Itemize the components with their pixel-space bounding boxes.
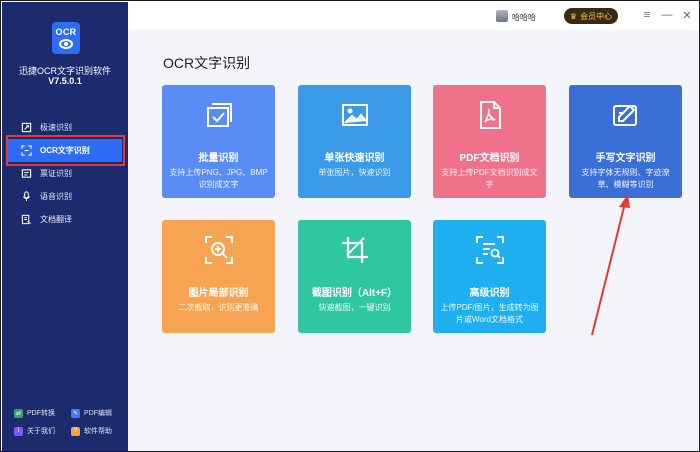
card-pdf-scan[interactable]: PDF文档识别 支持上传PDF文档识别成文字: [433, 85, 546, 198]
card-screenshot-scan[interactable]: 截图识别（Alt+F） 快速截图，一键识别: [298, 220, 411, 333]
top-bar: 哈哈哈 ♛ 会员中心 ≡ — ✕: [128, 2, 699, 30]
footer-label: 关于我们: [27, 428, 55, 435]
card-title: 批量识别: [198, 153, 239, 164]
main-content: OCR文字识别 批量识别 支持上传PNG、JPG、BMP识别成文字 单张快速识别…: [128, 30, 699, 451]
username[interactable]: 哈哈哈: [512, 12, 536, 23]
app-logo: OCR: [52, 22, 80, 54]
sidebar: OCR 迅捷OCR文字识别软件 V7.5.0.1 极速识别 OCR文字识别 票证…: [2, 2, 128, 451]
card-title: 单张快速识别: [324, 153, 385, 164]
eye-icon: [59, 39, 73, 49]
crop-icon: [298, 234, 411, 268]
card-title: 手写文字识别: [595, 153, 656, 164]
pdf-edit-link[interactable]: ✎ PDF编辑: [71, 408, 128, 418]
sidebar-item-label: OCR文字识别: [40, 146, 90, 155]
card-title: 高级识别: [469, 288, 510, 299]
ticket-icon: [20, 168, 32, 180]
advanced-scan-icon: [433, 234, 546, 268]
member-center-button[interactable]: ♛ 会员中心: [564, 8, 618, 24]
footer-label: PDF编辑: [84, 410, 112, 417]
handwriting-icon: [569, 99, 682, 133]
avatar[interactable]: [496, 10, 508, 22]
card-batch-scan[interactable]: 批量识别 支持上传PNG、JPG、BMP识别成文字: [162, 85, 275, 198]
sidebar-item-label: 极速识别: [40, 123, 72, 132]
sidebar-item-ticket[interactable]: 票证识别: [2, 162, 128, 185]
pdf-convert-icon: ⇄: [14, 408, 23, 418]
page-title: OCR文字识别: [163, 55, 251, 71]
card-single-scan[interactable]: 单张快速识别 单张图片，快速识别: [298, 85, 411, 198]
help-link[interactable]: ? 软件帮助: [71, 426, 128, 436]
sidebar-item-voice[interactable]: 语音识别: [2, 185, 128, 208]
batch-scan-icon: [162, 99, 275, 133]
pdf-convert-link[interactable]: ⇄ PDF转换: [14, 408, 71, 418]
sidebar-item-label: 票证识别: [40, 169, 72, 178]
card-desc: 上传PDF/图片，生成转为图片或Word文档格式: [440, 303, 539, 324]
about-link[interactable]: i 关于我们: [14, 426, 71, 436]
card-desc: 支持字体无规则、字迹潦草、模糊等识别: [581, 168, 670, 189]
sidebar-footer: ⇄ PDF转换 ✎ PDF编辑 i 关于我们 ? 软件帮助: [2, 408, 128, 436]
app-window: OCR 迅捷OCR文字识别软件 V7.5.0.1 极速识别 OCR文字识别 票证…: [0, 0, 700, 452]
card-desc: 快速截图，一键识别: [318, 303, 391, 312]
pdf-icon: [433, 99, 546, 133]
footer-label: 软件帮助: [84, 428, 112, 435]
card-desc: 支持上传PNG、JPG、BMP识别成文字: [169, 168, 268, 189]
card-title: PDF文档识别: [459, 153, 520, 164]
sidebar-item-quick-scan[interactable]: 极速识别: [2, 116, 128, 139]
sidebar-nav: 极速识别 OCR文字识别 票证识别 语音识别 文档翻译: [2, 116, 128, 231]
zoom-scan-icon: [162, 234, 275, 268]
help-icon: ?: [71, 426, 80, 436]
about-icon: i: [14, 426, 23, 436]
minimize-icon[interactable]: —: [660, 8, 674, 22]
image-icon: [298, 99, 411, 133]
card-desc: 单张图片，快速识别: [318, 168, 391, 177]
close-icon[interactable]: ✕: [680, 8, 694, 22]
pdf-edit-icon: ✎: [71, 408, 80, 418]
sidebar-item-translate[interactable]: 文档翻译: [2, 208, 128, 231]
card-handwriting-scan[interactable]: 手写文字识别 支持字体无规则、字迹潦草、模糊等识别: [569, 85, 682, 198]
quick-scan-icon: [20, 122, 32, 134]
logo-text: OCR: [55, 27, 77, 37]
card-title: 截图识别（Alt+F）: [311, 288, 398, 299]
translate-icon: [20, 214, 32, 226]
sidebar-item-ocr[interactable]: OCR文字识别: [8, 139, 122, 162]
ocr-scan-icon: [20, 145, 32, 157]
card-title: 图片局部识别: [188, 288, 249, 299]
card-desc: 支持上传PDF文档识别成文字: [441, 168, 538, 189]
card-desc: 二次截取，识别更准确: [178, 303, 259, 312]
app-version: V7.5.0.1: [48, 76, 82, 86]
sidebar-item-label: 语音识别: [40, 192, 72, 201]
card-advanced-scan[interactable]: 高级识别 上传PDF/图片，生成转为图片或Word文档格式: [433, 220, 546, 333]
card-partial-scan[interactable]: 图片局部识别 二次截取，识别更准确: [162, 220, 275, 333]
sidebar-item-label: 文档翻译: [40, 215, 72, 224]
footer-label: PDF转换: [27, 410, 55, 417]
member-center-label: 会员中心: [580, 11, 613, 21]
menu-icon[interactable]: ≡: [640, 8, 654, 22]
microphone-icon: [20, 191, 32, 203]
crown-icon: ♛: [569, 11, 578, 21]
